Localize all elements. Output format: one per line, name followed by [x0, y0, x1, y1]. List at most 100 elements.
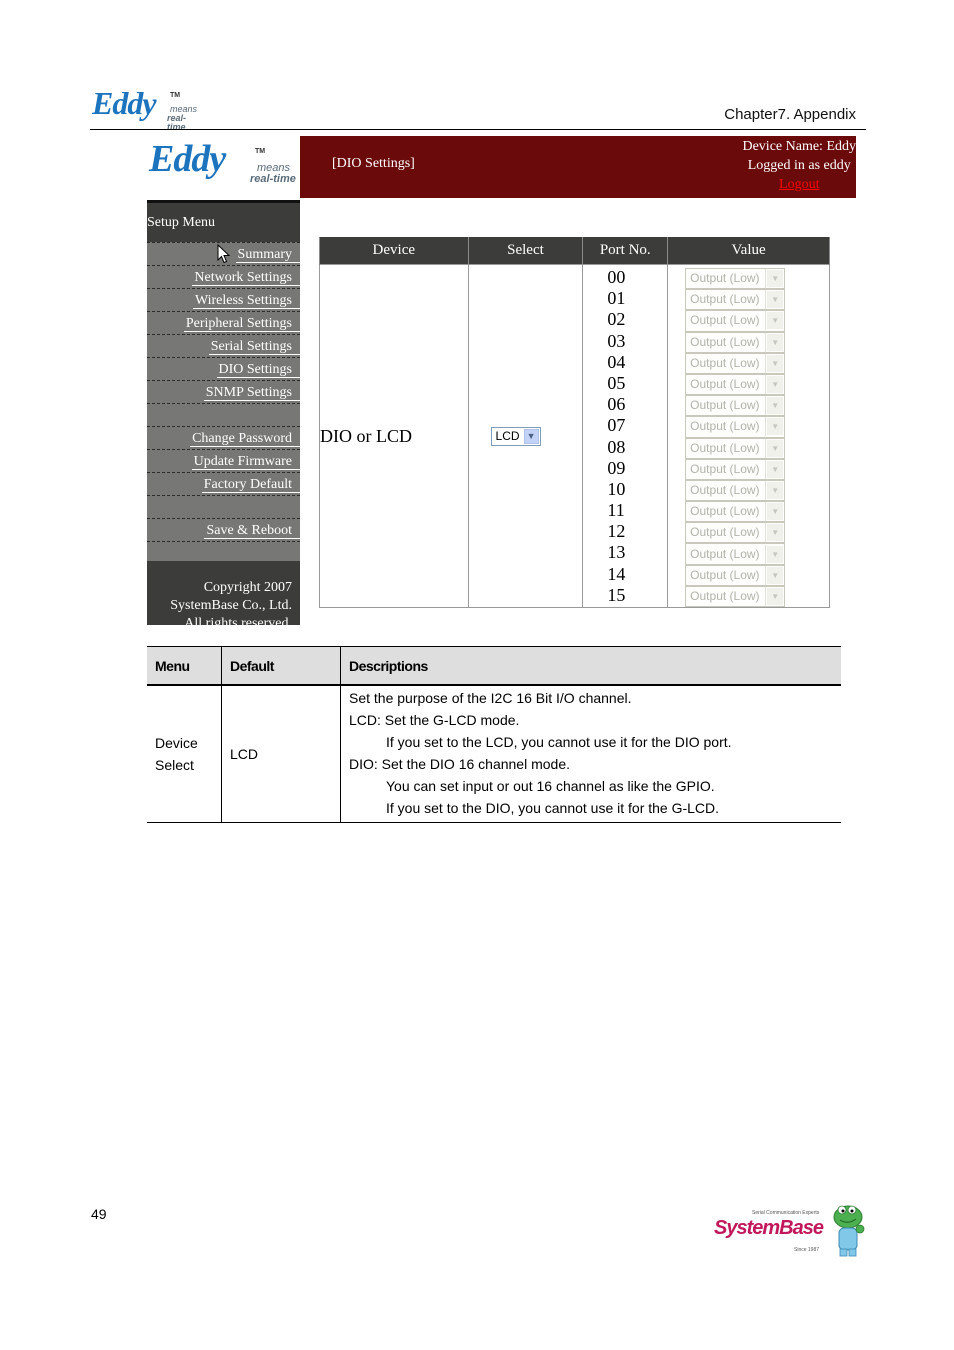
setup-menu-heading: Setup Menu — [147, 200, 300, 242]
port-value-select[interactable]: Output (Low) ▼ — [685, 289, 786, 311]
menu-link[interactable]: Update Firmware — [191, 454, 300, 470]
menu-item-wireless-settings[interactable]: Wireless Settings — [147, 288, 300, 311]
default-cell: LCD — [221, 685, 341, 823]
menu-item-peripheral-settings[interactable]: Peripheral Settings — [147, 311, 300, 334]
port-value-text: Output (Low) — [686, 565, 767, 585]
menu-link[interactable]: Summary — [235, 247, 300, 263]
menu-spacer — [147, 495, 300, 518]
chevron-down-icon[interactable]: ▼ — [767, 397, 784, 415]
header-banner: [DIO Settings] Device Name: Eddy Logged … — [300, 136, 856, 198]
chevron-down-icon[interactable]: ▼ — [767, 354, 784, 372]
column-header-select: Select — [467, 237, 584, 265]
menu-item-save-reboot[interactable]: Save & Reboot — [147, 518, 300, 541]
description-table: Menu Default Descriptions Device Select … — [147, 646, 841, 823]
chevron-down-icon[interactable]: ▼ — [767, 333, 784, 351]
menu-spacer — [147, 403, 300, 426]
column-header-port: Port No. — [582, 237, 669, 265]
menu-name-line: Select — [155, 757, 194, 773]
chevron-down-icon[interactable]: ▼ — [767, 481, 784, 499]
menu-item-dio-settings[interactable]: DIO Settings — [147, 357, 300, 380]
menu-item-change-password[interactable]: Change Password — [147, 426, 300, 449]
port-value-select[interactable]: Output (Low) ▼ — [685, 564, 786, 586]
mouse-cursor-icon — [217, 244, 231, 264]
description-line: If you set to the LCD, you cannot use it… — [386, 734, 732, 750]
copyright-line: All rights reserved. — [184, 616, 292, 625]
table-row: Device Select LCD Set the purpose of the… — [147, 685, 841, 823]
port-list: 00 01 02 03 04 05 06 07 08 09 10 11 12 13 14 15 — [582, 264, 669, 608]
port-value-select[interactable]: Output (Low) ▼ — [685, 395, 786, 417]
port-value-select[interactable]: Output (Low) ▼ — [685, 522, 786, 544]
chevron-down-icon[interactable]: ▼ — [767, 460, 784, 478]
chevron-down-icon[interactable]: ▼ — [767, 312, 784, 330]
port-number: 14 — [607, 563, 626, 584]
port-value-text: Output (Low) — [686, 438, 767, 458]
menu-item-network-settings[interactable]: Network Settings — [147, 265, 300, 288]
eddy-document-logo: Eddy TM means real-time — [92, 85, 197, 132]
port-value-select[interactable]: Output (Low) ▼ — [685, 352, 786, 374]
value-list: Output (Low) ▼ Output (Low) ▼ Output (Low) ▼ O… — [667, 264, 830, 608]
logout-link[interactable]: Logout — [779, 177, 819, 192]
port-number: 15 — [607, 584, 626, 605]
chevron-down-icon[interactable]: ▼ — [767, 418, 784, 436]
port-number: 06 — [607, 394, 626, 415]
port-value-select[interactable]: Output (Low) ▼ — [685, 416, 786, 438]
chevron-down-icon[interactable]: ▼ — [767, 503, 784, 521]
chevron-down-icon[interactable]: ▼ — [767, 270, 784, 288]
column-header-menu: Menu — [147, 646, 222, 686]
frog-mascot-icon — [833, 1205, 865, 1257]
port-value-select[interactable]: Output (Low) ▼ — [685, 479, 786, 502]
port-value-select[interactable]: Output (Low) ▼ — [685, 310, 786, 332]
menu-link[interactable]: Serial Settings — [208, 339, 300, 355]
menu-item-snmp-settings[interactable]: SNMP Settings — [147, 380, 300, 403]
port-value-select[interactable]: Output (Low) ▼ — [685, 585, 786, 607]
chevron-down-icon[interactable]: ▼ — [767, 566, 784, 584]
copyright-line: SystemBase Co., Ltd. — [170, 598, 292, 613]
column-header-default: Default — [221, 646, 341, 686]
port-number: 00 — [607, 267, 626, 287]
menu-item-update-firmware[interactable]: Update Firmware — [147, 449, 300, 472]
device-mode-select[interactable]: LCD ▼ — [490, 426, 541, 446]
page-title: [DIO Settings] — [332, 156, 415, 171]
menu-link[interactable]: Save & Reboot — [204, 523, 300, 539]
logo-word: Eddy — [149, 138, 226, 180]
header-divider — [90, 129, 866, 130]
port-number: 03 — [607, 330, 626, 351]
port-value-text: Output (Low) — [686, 480, 767, 500]
ui-eddy-logo: Eddy TM means real-time — [147, 136, 300, 200]
menu-link[interactable]: Factory Default — [201, 477, 300, 493]
port-value-select[interactable]: Output (Low) ▼ — [685, 268, 786, 290]
port-value-select[interactable]: Output (Low) ▼ — [685, 373, 786, 396]
port-number: 11 — [607, 500, 625, 521]
description-line: LCD: Set the G-LCD mode. — [349, 712, 520, 728]
port-value-select[interactable]: Output (Low) ▼ — [685, 543, 786, 565]
chevron-down-icon[interactable]: ▼ — [767, 587, 784, 605]
device-label: DIO or LCD — [319, 264, 469, 608]
port-value-select[interactable]: Output (Low) ▼ — [685, 437, 786, 459]
logo-tagline-realtime: real-time — [250, 173, 296, 185]
menu-link[interactable]: Change Password — [190, 431, 300, 447]
menu-link[interactable]: Peripheral Settings — [183, 316, 300, 332]
port-value-text: Output (Low) — [686, 375, 767, 395]
chevron-down-icon[interactable]: ▼ — [767, 291, 784, 309]
chevron-down-icon[interactable]: ▼ — [767, 545, 784, 563]
menu-cell: Device Select — [147, 685, 222, 823]
port-value-select[interactable]: Output (Low) ▼ — [685, 331, 786, 353]
port-number: 05 — [607, 372, 626, 393]
port-value-select[interactable]: Output (Low) ▼ — [685, 458, 786, 480]
menu-link[interactable]: Network Settings — [192, 270, 300, 286]
menu-link[interactable]: Wireless Settings — [192, 293, 300, 309]
logo-word: Eddy — [92, 85, 157, 121]
device-select-cell: LCD ▼ — [467, 264, 584, 608]
chevron-down-icon[interactable]: ▼ — [767, 376, 784, 394]
chevron-down-icon[interactable]: ▼ — [767, 524, 784, 542]
setup-menu-sidebar: Setup Menu Summary Network Settings Wire… — [147, 200, 300, 625]
menu-item-serial-settings[interactable]: Serial Settings — [147, 334, 300, 357]
chevron-down-icon[interactable]: ▼ — [523, 428, 539, 444]
menu-item-factory-default[interactable]: Factory Default — [147, 472, 300, 495]
menu-link[interactable]: SNMP Settings — [203, 385, 300, 401]
menu-link[interactable]: DIO Settings — [216, 362, 300, 378]
chevron-down-icon[interactable]: ▼ — [767, 439, 784, 457]
logo-tagline: Serial Communication Experts — [752, 1210, 820, 1216]
port-number: 10 — [607, 478, 626, 499]
port-value-select[interactable]: Output (Low) ▼ — [685, 501, 786, 523]
